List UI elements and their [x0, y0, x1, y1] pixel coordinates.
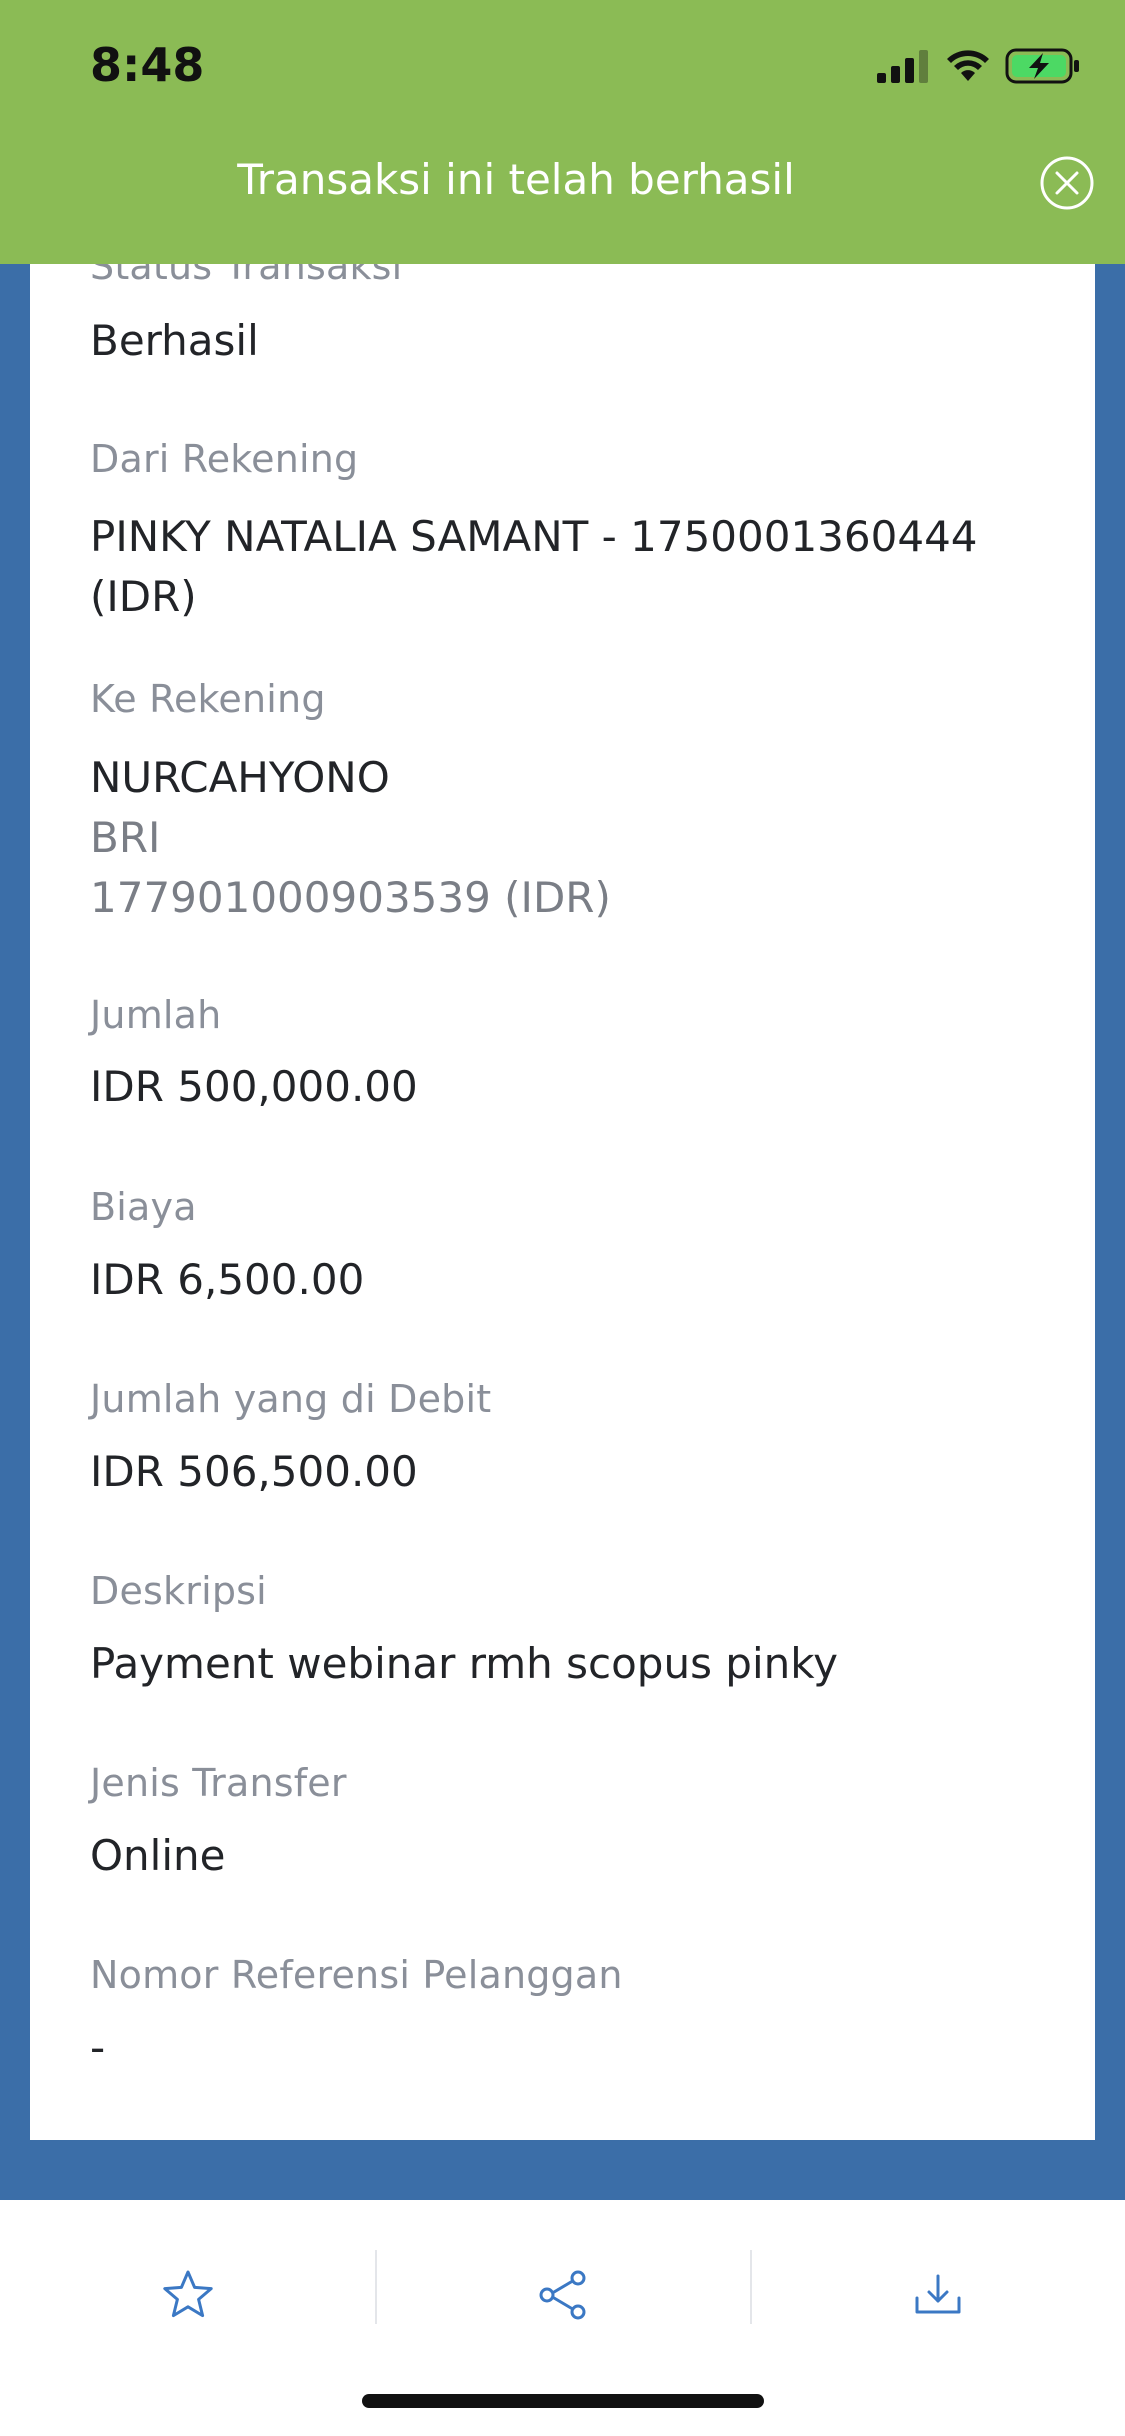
from-account-line2: (IDR) — [90, 572, 197, 621]
close-banner-button[interactable] — [1039, 155, 1095, 211]
download-button[interactable] — [750, 2235, 1125, 2355]
from-account-label: Dari Rekening — [90, 437, 359, 481]
transaction-detail-card: Status Transaksi Berhasil Dari Rekening … — [30, 200, 1095, 2140]
debited-value: IDR 506,500.00 — [90, 1447, 418, 1496]
share-button[interactable] — [375, 2235, 750, 2355]
transfer-type-label: Jenis Transfer — [90, 1761, 347, 1805]
download-icon — [915, 2274, 960, 2314]
description-value: Payment webinar rmh scopus pinky — [90, 1639, 838, 1688]
status-bar-icons — [877, 48, 1081, 88]
share-icon — [539, 2270, 585, 2320]
amount-value: IDR 500,000.00 — [90, 1062, 418, 1111]
home-indicator[interactable] — [362, 2394, 764, 2408]
wifi-icon — [945, 49, 991, 87]
debited-label: Jumlah yang di Debit — [90, 1377, 492, 1421]
status-bar-time: 8:48 — [90, 38, 205, 92]
battery-charging-icon — [1005, 48, 1081, 88]
fee-label: Biaya — [90, 1185, 197, 1229]
banner-message: Transaksi ini telah berhasil — [237, 155, 795, 204]
to-account-bank: BRI — [90, 813, 161, 862]
from-account-line1: PINKY NATALIA SAMANT - 1750001360444 — [90, 512, 978, 561]
description-label: Deskripsi — [90, 1569, 267, 1613]
favorite-button[interactable] — [0, 2235, 375, 2355]
status-value: Berhasil — [90, 316, 259, 365]
close-circle-icon — [1040, 156, 1094, 210]
fee-value: IDR 6,500.00 — [90, 1255, 365, 1304]
cellular-signal-icon — [877, 49, 931, 87]
customer-ref-label: Nomor Referensi Pelanggan — [90, 1953, 623, 1997]
to-account-name: NURCAHYONO — [90, 753, 390, 802]
to-account-number: 177901000903539 (IDR) — [90, 873, 611, 922]
amount-label: Jumlah — [90, 993, 222, 1037]
success-banner: 8:48 Transaksi ini telah berhasil — [0, 0, 1125, 264]
to-account-label: Ke Rekening — [90, 677, 326, 721]
star-icon — [162, 2270, 213, 2318]
customer-ref-value: - — [90, 2023, 106, 2072]
transfer-type-value: Online — [90, 1831, 226, 1880]
